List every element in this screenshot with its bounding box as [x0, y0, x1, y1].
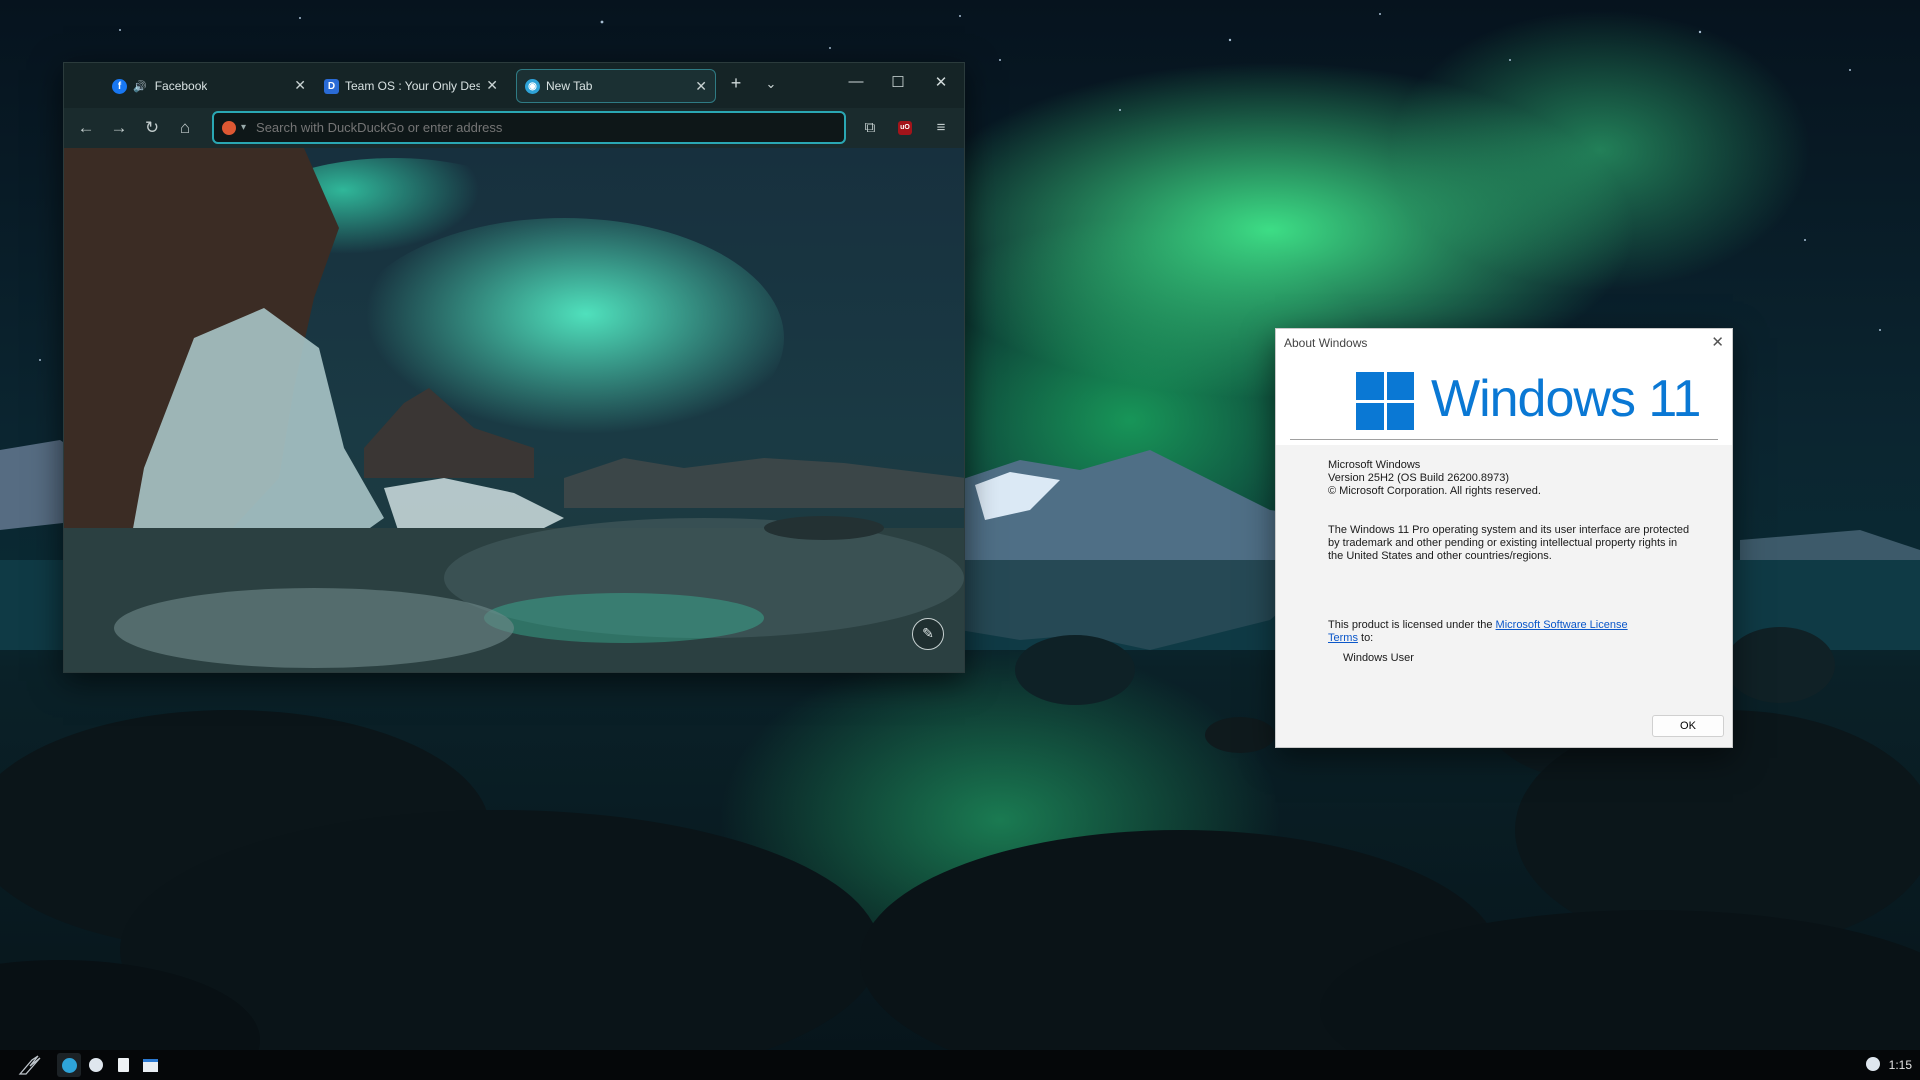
close-icon[interactable]: ✕	[1711, 333, 1724, 351]
close-window-icon[interactable]: ✕	[929, 73, 953, 91]
extensions-icon[interactable]: ⧉	[859, 117, 881, 139]
address-bar[interactable]: ▾	[212, 111, 846, 144]
navigation-toolbar: ← → ↻ ⌂ ▾ ⧉ uO ≡	[64, 108, 964, 148]
license-terms-link[interactable]: Microsoft Software License	[1496, 619, 1628, 631]
dialog-titlebar[interactable]: About Windows ✕	[1276, 329, 1732, 357]
tray-steam-icon[interactable]	[1866, 1057, 1880, 1071]
license-text: This product is licensed under the Micro…	[1328, 619, 1628, 645]
new-tab-wallpaper	[64, 148, 964, 672]
license-prefix: This product is licensed under the	[1328, 619, 1496, 631]
close-tab-icon[interactable]: ✕	[294, 77, 306, 94]
windows-logo-banner: Windows 11	[1276, 357, 1732, 445]
speaker-icon[interactable]: 🔊	[133, 80, 147, 93]
license-terms-link-cont[interactable]: Terms	[1328, 632, 1358, 644]
tab-facebook[interactable]: f 🔊 Facebook ✕	[104, 69, 314, 103]
duckduckgo-icon[interactable]	[222, 120, 236, 135]
taskbar: 1:15	[0, 1050, 1920, 1080]
copyright-text: © Microsoft Corporation. All rights rese…	[1328, 485, 1541, 497]
back-icon[interactable]: ←	[74, 116, 98, 140]
ublock-origin-icon[interactable]: uO	[894, 117, 916, 139]
edit-pencil-icon[interactable]: ✎	[912, 618, 944, 650]
ok-button[interactable]: OK	[1652, 715, 1724, 737]
facebook-icon: f	[112, 78, 127, 94]
menu-icon[interactable]: ≡	[930, 117, 952, 139]
tab-title: New Tab	[546, 79, 593, 93]
maximize-icon[interactable]: ☐	[886, 73, 910, 91]
tab-teamos[interactable]: D Team OS : Your Only Destin ✕	[316, 69, 506, 103]
minimize-icon[interactable]: —	[844, 73, 868, 90]
windows-logo-icon	[1356, 372, 1414, 430]
divider	[1290, 439, 1718, 440]
url-input[interactable]	[256, 120, 817, 135]
dialog-title: About Windows	[1284, 336, 1368, 350]
notepad-icon[interactable]	[111, 1053, 135, 1077]
product-name: Microsoft Windows	[1328, 459, 1421, 471]
about-windows-dialog[interactable]: About Windows ✕ Windows 11 Microsoft Win…	[1275, 328, 1733, 748]
close-tab-icon[interactable]: ✕	[486, 77, 498, 94]
forward-icon[interactable]: →	[107, 116, 131, 140]
chevron-down-icon[interactable]: ▾	[241, 122, 246, 133]
steam-icon[interactable]	[84, 1053, 108, 1077]
version-text: Version 25H2 (OS Build 26200.8973)	[1328, 472, 1510, 484]
teamos-icon: D	[324, 78, 339, 94]
reload-icon[interactable]: ↻	[140, 116, 164, 140]
window-icon[interactable]	[138, 1053, 162, 1077]
tab-title: Facebook	[154, 79, 208, 93]
license-suffix: to:	[1357, 632, 1374, 644]
windows-11-wordmark: Windows 11	[1431, 370, 1701, 428]
product-info: Microsoft Windows Version 25H2 (OS Build…	[1328, 459, 1541, 498]
tab-list-chevron-icon[interactable]: ⌄	[759, 76, 783, 92]
close-tab-icon[interactable]: ✕	[695, 78, 707, 95]
tab-title: Team OS : Your Only Destin	[345, 79, 480, 93]
legal-description: The Windows 11 Pro operating system and …	[1328, 524, 1689, 563]
new-tab-plus-icon[interactable]: +	[724, 73, 748, 94]
home-icon[interactable]: ⌂	[173, 116, 197, 140]
description-line: The Windows 11 Pro operating system and …	[1328, 524, 1690, 536]
browser-icon: ◉	[525, 78, 540, 94]
start-icon[interactable]	[16, 1053, 46, 1077]
description-line: the United States and other countries/re…	[1328, 550, 1552, 562]
browser-window[interactable]: f 🔊 Facebook ✕ D Team OS : Your Only Des…	[63, 62, 965, 673]
browser-icon[interactable]	[57, 1053, 81, 1077]
clock[interactable]: 1:15	[1889, 1058, 1912, 1072]
licensed-user: Windows User	[1343, 652, 1414, 664]
tab-strip: f 🔊 Facebook ✕ D Team OS : Your Only Des…	[64, 63, 964, 108]
new-tab-page: ✎	[64, 148, 964, 672]
description-line: by trademark and other pending or existi…	[1328, 537, 1678, 549]
tab-new-tab[interactable]: ◉ New Tab ✕	[516, 69, 716, 103]
